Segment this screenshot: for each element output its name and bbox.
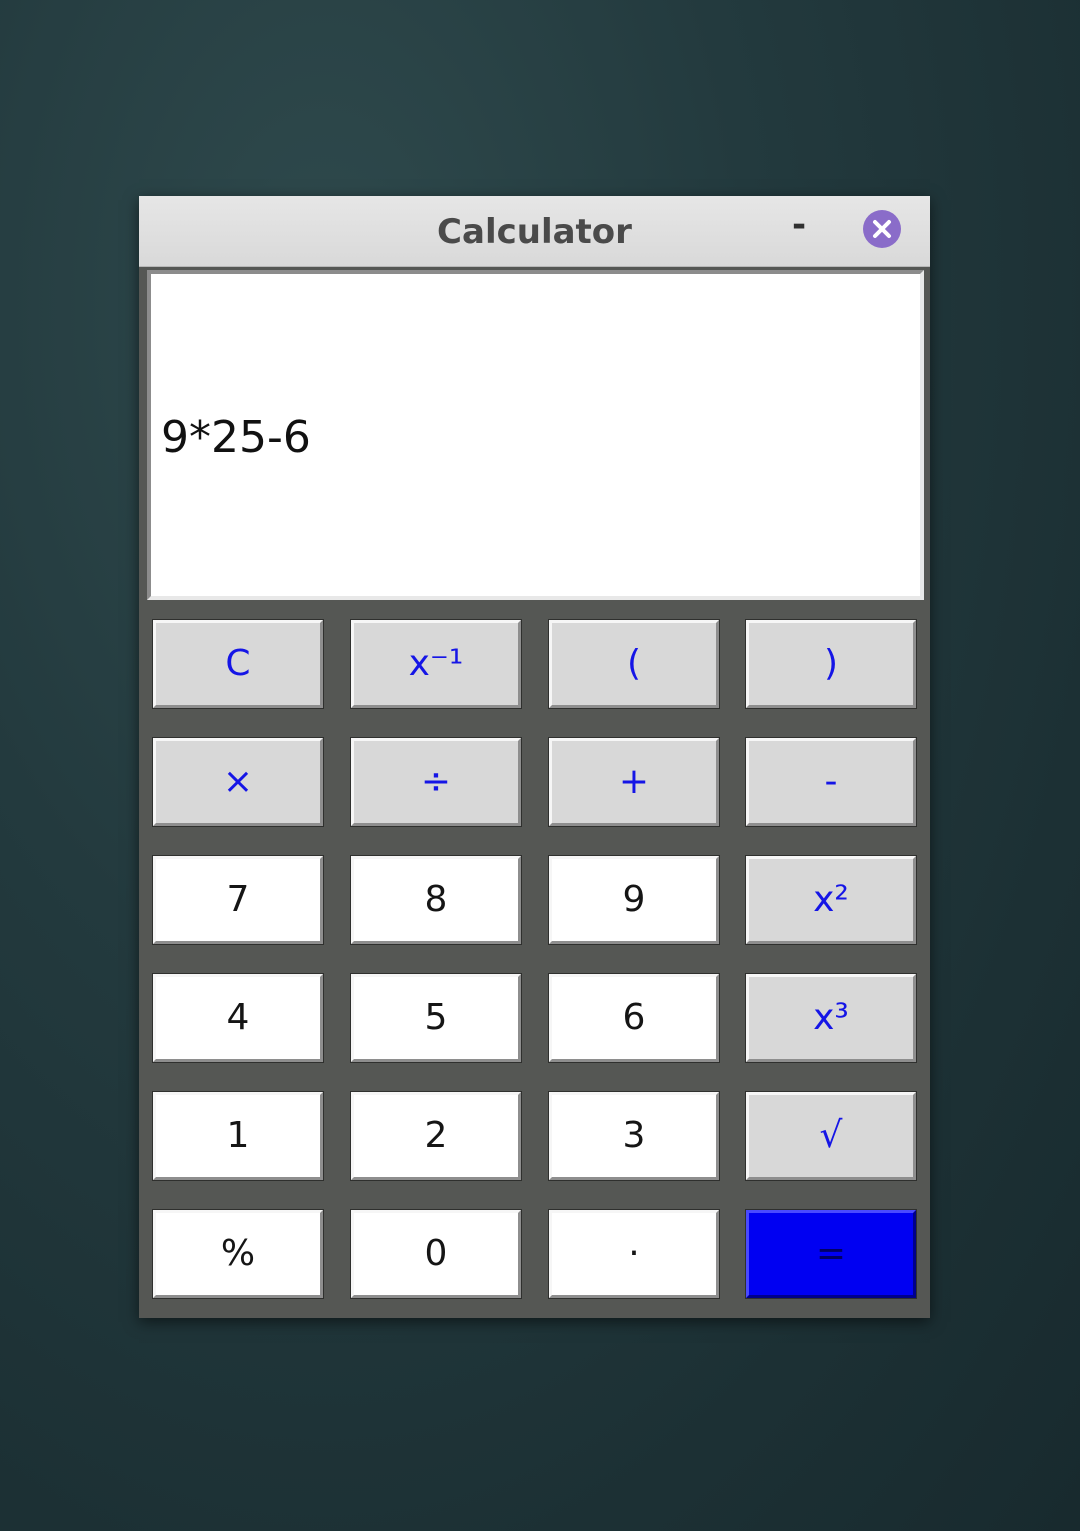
display-expression: 9*25-6: [161, 412, 311, 463]
title-bar[interactable]: Calculator -: [139, 196, 930, 267]
digit-1-button[interactable]: 1: [152, 1091, 324, 1181]
digit-6-button[interactable]: 6: [548, 973, 720, 1063]
square-button[interactable]: x²: [745, 855, 917, 945]
divide-button[interactable]: ÷: [350, 737, 522, 827]
digit-3-button[interactable]: 3: [548, 1091, 720, 1181]
keypad: C x⁻¹ ( ) × ÷ + - 7 8 9 x² 4 5 6 x³ 1 2 …: [139, 606, 930, 1318]
square-root-button[interactable]: √: [745, 1091, 917, 1181]
close-button[interactable]: [863, 210, 901, 248]
decimal-point-button[interactable]: ·: [548, 1209, 720, 1299]
multiply-button[interactable]: ×: [152, 737, 324, 827]
digit-7-button[interactable]: 7: [152, 855, 324, 945]
calculator-window: Calculator - 9*25-6 C x⁻¹ ( ) × ÷ + - 7 …: [139, 196, 930, 1318]
digit-5-button[interactable]: 5: [350, 973, 522, 1063]
digit-0-button[interactable]: 0: [350, 1209, 522, 1299]
digit-8-button[interactable]: 8: [350, 855, 522, 945]
cube-button[interactable]: x³: [745, 973, 917, 1063]
close-paren-button[interactable]: ): [745, 619, 917, 709]
percent-button[interactable]: %: [152, 1209, 324, 1299]
display-screen: 9*25-6: [147, 270, 924, 600]
digit-9-button[interactable]: 9: [548, 855, 720, 945]
digit-4-button[interactable]: 4: [152, 973, 324, 1063]
reciprocal-button[interactable]: x⁻¹: [350, 619, 522, 709]
minimize-button[interactable]: -: [779, 208, 819, 250]
clear-button[interactable]: C: [152, 619, 324, 709]
open-paren-button[interactable]: (: [548, 619, 720, 709]
digit-2-button[interactable]: 2: [350, 1091, 522, 1181]
close-icon: [873, 220, 891, 238]
add-button[interactable]: +: [548, 737, 720, 827]
equals-button[interactable]: =: [745, 1209, 917, 1299]
subtract-button[interactable]: -: [745, 737, 917, 827]
